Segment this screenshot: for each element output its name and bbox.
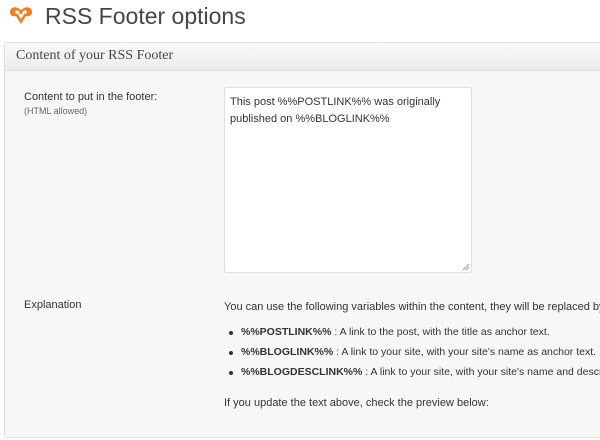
footer-content-textarea[interactable]: This post %%POSTLINK%% was originally pu… <box>224 87 472 273</box>
postbox-header: Content of your RSS Footer <box>5 43 600 71</box>
rss-footer-options-page: RSS Footer options Content of your RSS F… <box>0 0 600 440</box>
page-title: RSS Footer options <box>45 3 246 29</box>
postbox-body: Content to put in the footer: (HTML allo… <box>5 71 600 437</box>
resize-handle-icon[interactable] <box>462 263 470 271</box>
bullet-icon <box>229 371 233 375</box>
list-item: %%POSTLINK%% : A link to the post, with … <box>224 326 600 346</box>
variable-name: %%POSTLINK%% <box>241 326 332 338</box>
html-allowed-hint: (HTML allowed) <box>24 106 88 116</box>
variable-description: : A link to your site, with your site's … <box>365 366 600 378</box>
preview-note: If you update the text above, check the … <box>224 397 489 409</box>
postbox-title: Content of your RSS Footer <box>16 48 174 63</box>
list-item: %%BLOGLINK%% : A link to your site, with… <box>224 346 600 366</box>
variables-list: %%POSTLINK%% : A link to the post, with … <box>224 326 600 386</box>
list-item: %%BLOGDESCLINK%% : A link to your site, … <box>224 366 600 386</box>
bullet-icon <box>229 331 233 335</box>
variable-name: %%BLOGDESCLINK%% <box>241 366 363 378</box>
explanation-intro: You can use the following variables with… <box>224 301 600 313</box>
page-header: RSS Footer options <box>0 0 600 36</box>
orange-rss-logo-icon <box>10 7 32 25</box>
bullet-icon <box>229 351 233 355</box>
variable-description: : A link to the post, with the title as … <box>331 326 550 338</box>
explanation-label: Explanation <box>24 299 82 311</box>
variable-name: %%BLOGLINK%% <box>241 346 334 358</box>
variable-description: : A link to your site, with your site's … <box>333 346 597 358</box>
content-field-label: Content to put in the footer: <box>24 91 158 103</box>
rss-footer-content-box: Content of your RSS Footer Content to pu… <box>4 42 600 438</box>
